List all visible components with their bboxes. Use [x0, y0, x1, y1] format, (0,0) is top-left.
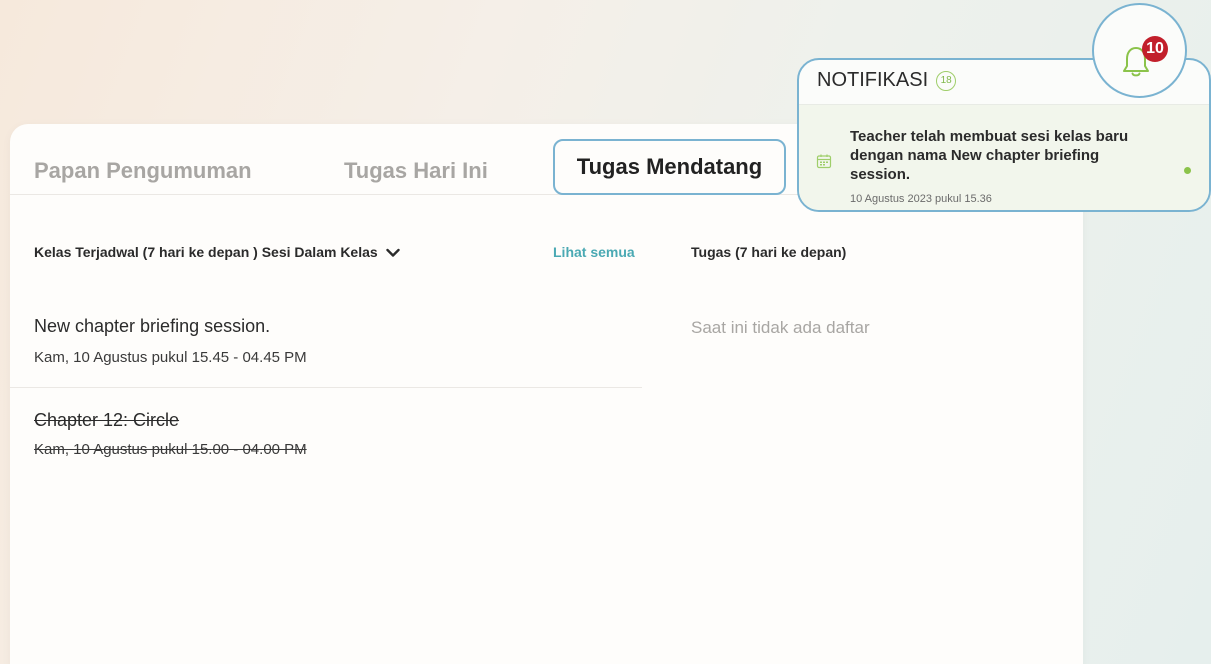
- session-item-cancelled[interactable]: Chapter 12: Circle Kam, 10 Agustus pukul…: [34, 410, 307, 458]
- divider: [10, 387, 642, 388]
- tab-announcements[interactable]: Papan Pengumuman: [34, 158, 252, 184]
- session-time: Kam, 10 Agustus pukul 15.00 - 04.00 PM: [34, 441, 307, 458]
- session-title: Chapter 12: Circle: [34, 410, 180, 430]
- session-title: New chapter briefing session.: [34, 316, 271, 336]
- notification-count-badge: 18: [936, 70, 957, 91]
- scheduled-classes-header: Kelas Terjadwal (7 hari ke depan ) Sesi …: [34, 244, 400, 260]
- notification-header: NOTIFIKASI 18: [817, 69, 957, 92]
- calendar-icon: [816, 154, 832, 169]
- notification-timestamp: 10 Agustus 2023 pukul 15.36: [850, 193, 992, 205]
- tasks-empty-message: Saat ini tidak ada daftar: [691, 318, 870, 337]
- see-all-link[interactable]: Lihat semua: [553, 244, 635, 260]
- notification-title: NOTIFIKASI: [817, 69, 929, 91]
- tasks-title: Tugas (7 hari ke depan): [691, 244, 847, 260]
- tab-upcoming-tasks[interactable]: Tugas Mendatang: [553, 139, 786, 195]
- notification-unread-badge: 10: [1142, 36, 1168, 62]
- notification-item[interactable]: Teacher telah membuat sesi kelas baru de…: [799, 105, 1209, 210]
- unread-indicator: [1184, 167, 1191, 174]
- tab-today-tasks[interactable]: Tugas Hari Ini: [344, 158, 488, 184]
- session-item[interactable]: New chapter briefing session. Kam, 10 Ag…: [34, 316, 307, 366]
- session-type-dropdown[interactable]: Sesi Dalam Kelas: [262, 244, 400, 260]
- notification-bell-button[interactable]: 10: [1092, 3, 1187, 98]
- scheduled-classes-title: Kelas Terjadwal (7 hari ke depan ): [34, 244, 258, 260]
- session-time: Kam, 10 Agustus pukul 15.45 - 04.45 PM: [34, 349, 307, 366]
- session-type-label: Sesi Dalam Kelas: [261, 244, 378, 260]
- notification-message: Teacher telah membuat sesi kelas baru de…: [850, 128, 1129, 183]
- chevron-down-icon: [385, 249, 400, 257]
